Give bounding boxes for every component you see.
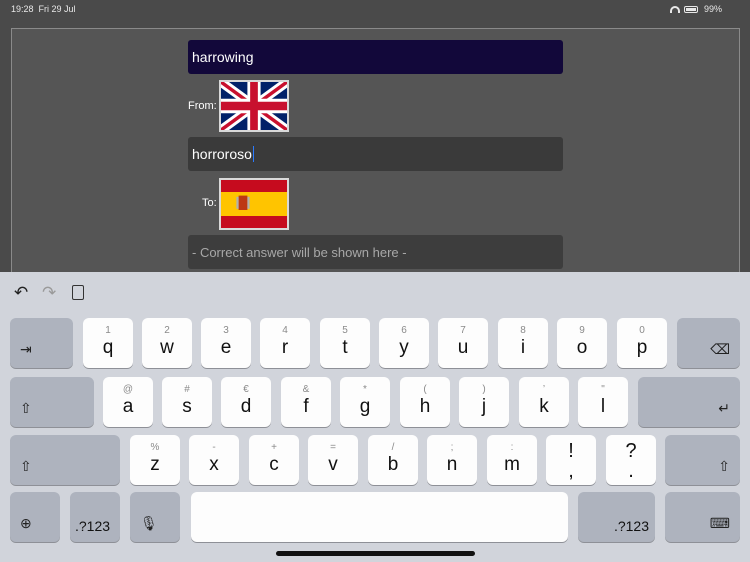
date: Fri 29 Jul [38, 4, 76, 14]
key-n[interactable]: ; n [427, 435, 477, 485]
key-question-period[interactable]: ?. [606, 435, 656, 485]
key-s[interactable]: # s [162, 377, 212, 427]
redo-icon[interactable]: ↷ [42, 283, 56, 303]
from-label: From: [188, 100, 217, 112]
dictation-key[interactable]: 🎙 [130, 492, 180, 542]
home-indicator[interactable] [276, 551, 475, 556]
key-j[interactable]: ) j [459, 377, 509, 427]
paste-icon[interactable] [72, 285, 84, 300]
key-q[interactable]: 1q [83, 318, 133, 368]
wifi-icon [669, 5, 680, 13]
shift-right-key[interactable]: ⇧ [665, 435, 740, 485]
tab-key[interactable]: ⇥ [10, 318, 73, 368]
key-p[interactable]: 0p [617, 318, 667, 368]
key-k[interactable]: ’ k [519, 377, 569, 427]
microphone-icon: 🎙 [140, 515, 158, 531]
numbers-left-key[interactable]: .?123 [70, 492, 120, 542]
key-w[interactable]: 2w [142, 318, 192, 368]
source-word-input[interactable]: harrowing [188, 40, 563, 74]
spain-flag-icon[interactable] [219, 178, 289, 230]
to-label: To: [202, 197, 217, 209]
source-word-text: harrowing [192, 49, 254, 65]
keyboard-toolbar: ↶ ↷ [0, 272, 750, 312]
delete-key[interactable]: ⌫ [677, 318, 740, 368]
key-y[interactable]: 6y [379, 318, 429, 368]
key-r[interactable]: 4r [260, 318, 310, 368]
key-t[interactable]: 5t [320, 318, 370, 368]
tab-icon: ⇥ [20, 341, 32, 357]
key-g[interactable]: * g [340, 377, 390, 427]
key-x[interactable]: -x [189, 435, 239, 485]
text-caret [252, 146, 254, 162]
shift-left-key[interactable]: ⇧ [10, 435, 120, 485]
undo-icon[interactable]: ↶ [14, 283, 28, 303]
status-time: 19:28 Fri 29 Jul [11, 4, 76, 14]
return-icon: ↵ [718, 400, 730, 416]
key-a[interactable]: @ a [103, 377, 153, 427]
on-screen-keyboard: ↶ ↷ ⇥ 1q 2w 3e 4r 5t 6y 7u 8i 9o 0p ⌫ ⇧ … [0, 272, 750, 562]
status-indicators: 99% [669, 4, 722, 14]
key-c[interactable]: + c [249, 435, 299, 485]
globe-key[interactable]: ⊕ [10, 492, 60, 542]
space-bar[interactable] [191, 492, 568, 542]
answer-placeholder: - Correct answer will be shown here - [192, 244, 407, 260]
clock: 19:28 [11, 4, 34, 14]
key-u[interactable]: 7u [438, 318, 488, 368]
caps-lock-icon: ⇧ [20, 400, 32, 416]
key-exclamation-comma[interactable]: !, [546, 435, 596, 485]
key-v[interactable]: = v [308, 435, 358, 485]
translation-input[interactable]: horroroso [188, 137, 563, 171]
uk-flag-icon[interactable] [219, 80, 289, 132]
key-h[interactable]: (h [400, 377, 450, 427]
key-b[interactable]: / b [368, 435, 418, 485]
globe-icon: ⊕ [20, 515, 32, 531]
status-bar: 19:28 Fri 29 Jul 99% [0, 0, 750, 18]
shift-icon: ⇧ [718, 458, 730, 474]
translation-text: horroroso [192, 146, 252, 162]
hide-keyboard-key[interactable]: ⌨ [665, 492, 740, 542]
delete-icon: ⌫ [710, 341, 730, 357]
caps-lock-key[interactable]: ⇧ [10, 377, 94, 427]
key-e[interactable]: 3e [201, 318, 251, 368]
key-z[interactable]: % z [130, 435, 180, 485]
key-i[interactable]: 8i [498, 318, 548, 368]
shift-icon: ⇧ [20, 458, 32, 474]
key-f[interactable]: & f [281, 377, 331, 427]
key-o[interactable]: 9o [557, 318, 607, 368]
battery-percent: 99% [703, 4, 722, 14]
hide-keyboard-icon: ⌨ [709, 515, 730, 531]
key-l[interactable]: " l [578, 377, 628, 427]
key-m[interactable]: :m [487, 435, 537, 485]
answer-display: - Correct answer will be shown here - [188, 235, 563, 269]
battery-icon [683, 5, 698, 13]
numbers-right-key[interactable]: .?123 [578, 492, 655, 542]
return-key[interactable]: ↵ [638, 377, 740, 427]
key-d[interactable]: € d [221, 377, 271, 427]
